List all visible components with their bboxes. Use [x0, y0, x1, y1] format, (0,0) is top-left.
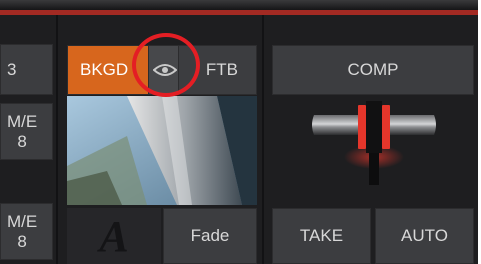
- tbar-handle-icon: [312, 101, 436, 185]
- bus-button-me8-label: M/E 8: [7, 111, 38, 151]
- comp-button[interactable]: COMP: [272, 45, 474, 95]
- preview-thumbnail: [67, 96, 257, 205]
- fade-button-label: Fade: [190, 226, 230, 246]
- bus-button-3[interactable]: 3: [0, 44, 53, 95]
- logo-letter: A: [99, 211, 129, 261]
- logo-tile: A: [67, 208, 161, 264]
- column-separator: [56, 15, 58, 264]
- auto-button[interactable]: AUTO: [375, 208, 474, 264]
- auto-button-label: AUTO: [401, 226, 448, 246]
- panel-top-bar: [0, 0, 478, 10]
- preview-image: [67, 96, 257, 205]
- column-separator: [262, 15, 264, 264]
- tbar-control[interactable]: [306, 99, 442, 189]
- bus-button-3-label: 3: [7, 59, 17, 79]
- take-button-label: TAKE: [299, 226, 344, 246]
- fade-button[interactable]: Fade: [163, 208, 257, 264]
- ftb-button-label: FTB: [205, 60, 238, 80]
- panel-red-border: [0, 10, 478, 15]
- switcher-panel: 3 M/E 8 M/E 8 BKGD FTB A Fade COMP TAKE …: [0, 0, 478, 264]
- comp-button-label: COMP: [347, 60, 399, 80]
- highlight-circle: [132, 33, 200, 97]
- bkgd-button-label: BKGD: [80, 60, 129, 80]
- bus-button-me8-lower[interactable]: M/E 8: [0, 203, 53, 260]
- bus-button-me8-lower-label: M/E 8: [7, 211, 38, 251]
- take-button[interactable]: TAKE: [272, 208, 371, 264]
- bus-button-me8[interactable]: M/E 8: [0, 103, 53, 160]
